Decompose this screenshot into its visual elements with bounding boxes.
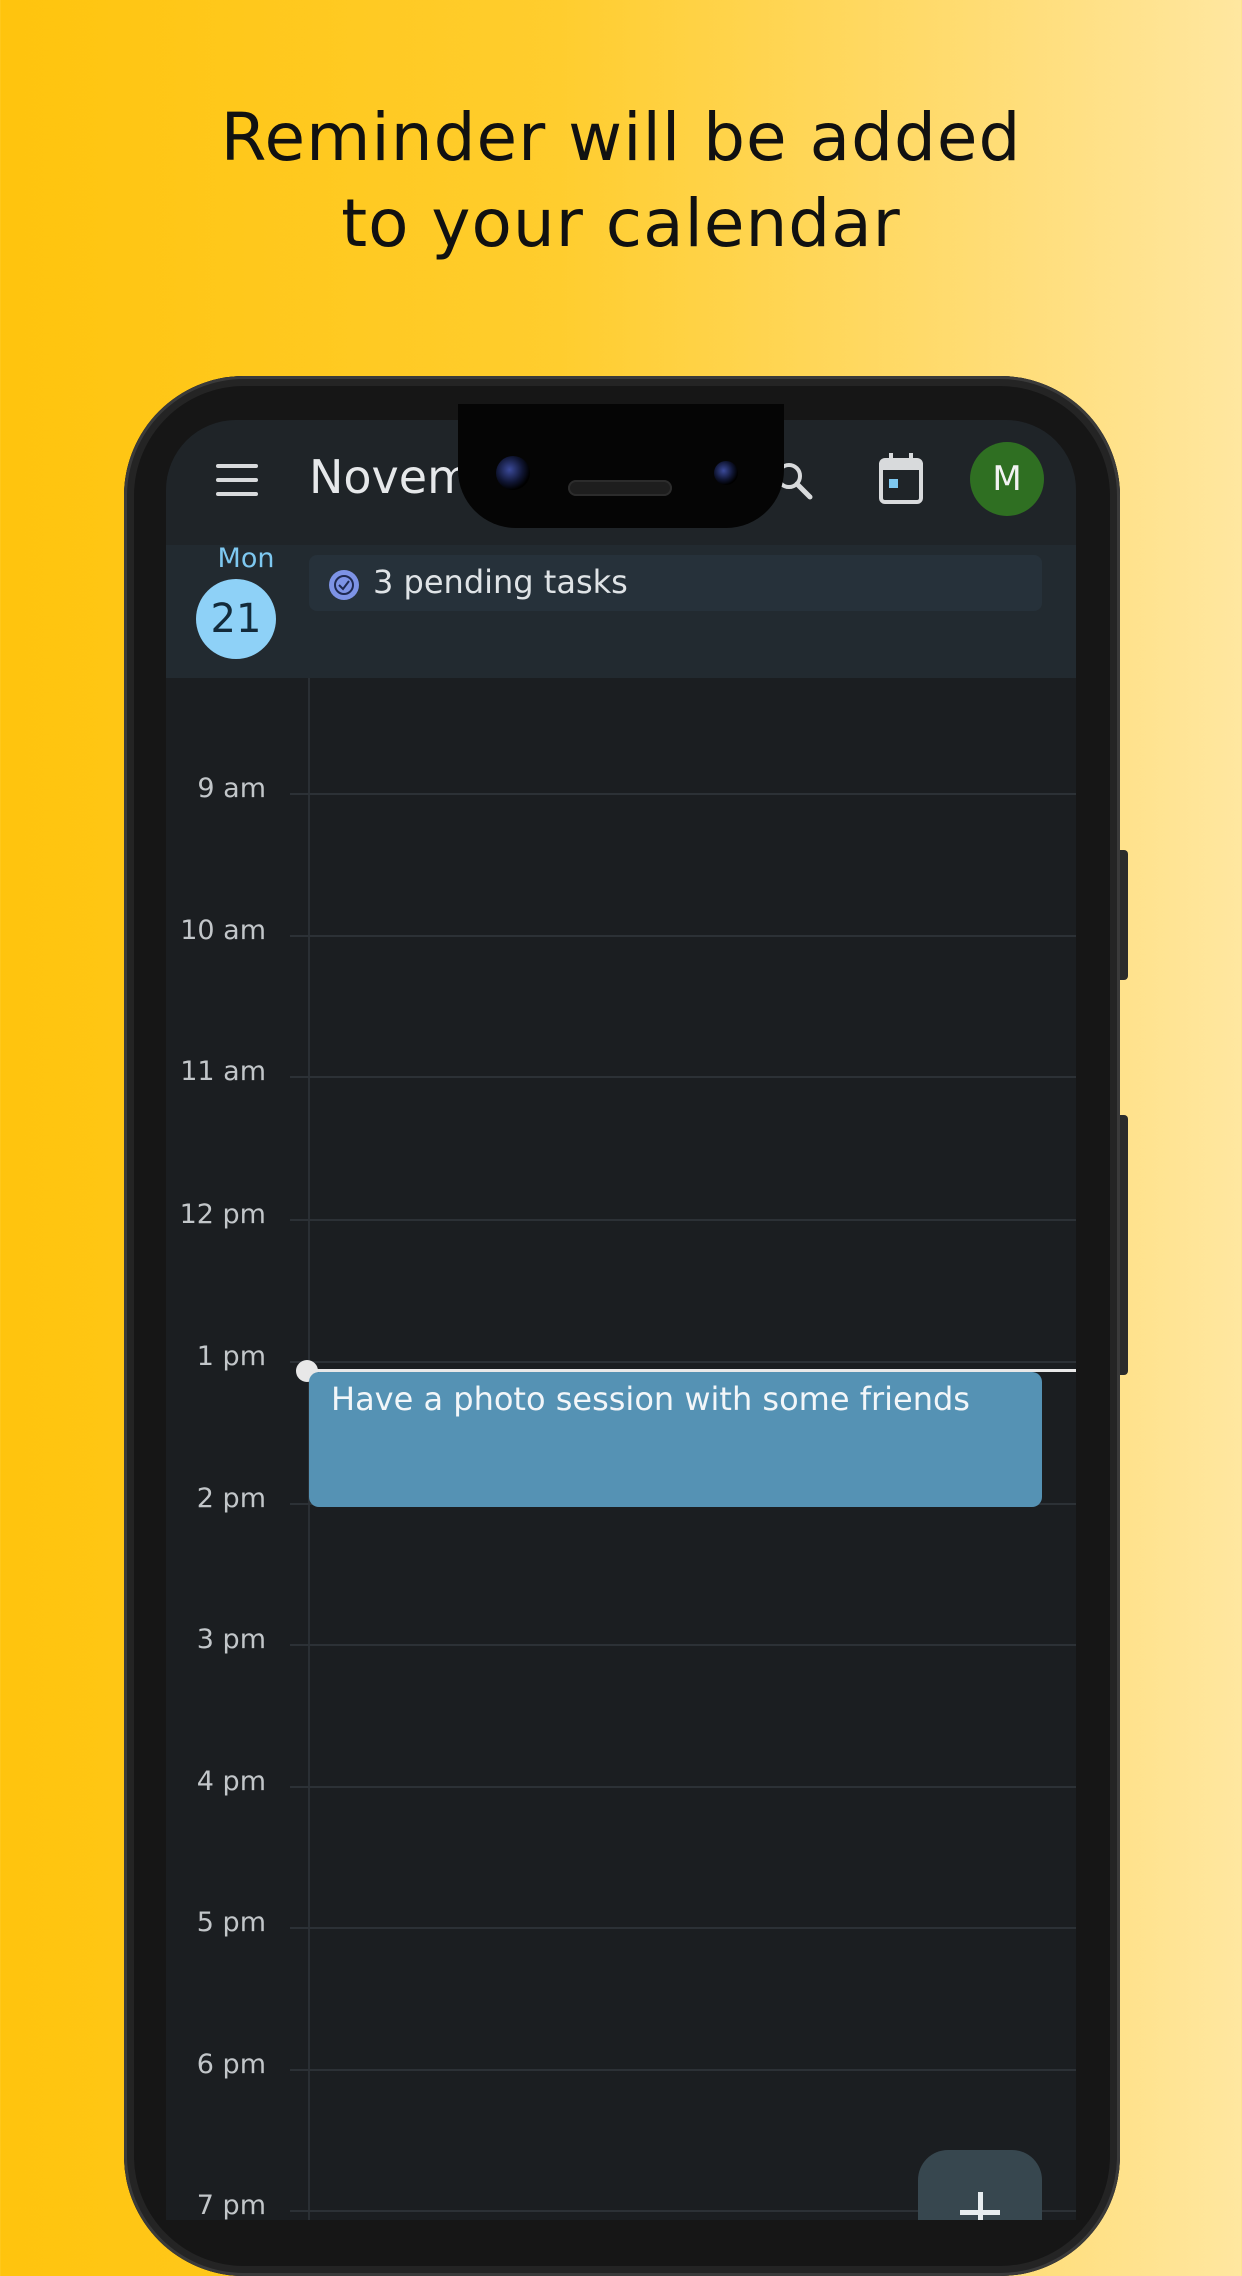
- promo-headline-line2: to your calendar: [341, 185, 901, 262]
- account-avatar[interactable]: M: [970, 442, 1044, 516]
- earpiece-speaker: [568, 480, 672, 496]
- all-day-section: Mon 21 3 pending tasks: [166, 543, 1076, 678]
- hour-label: 6 pm: [196, 2049, 266, 2080]
- hour-row: 10 am: [166, 915, 1076, 946]
- promo-headline-line1: Reminder will be added: [220, 99, 1022, 176]
- day-number[interactable]: 21: [196, 579, 276, 659]
- phone-volume-button: [1120, 850, 1128, 980]
- hour-row: 3 pm: [166, 1624, 1076, 1655]
- task-check-icon: [329, 570, 359, 600]
- calendar-today-icon[interactable]: [878, 452, 924, 504]
- hour-row: 9 am: [166, 773, 1076, 804]
- create-event-button[interactable]: [918, 2150, 1042, 2220]
- hour-row: 11 am: [166, 1056, 1076, 1087]
- hour-label: 9 am: [197, 773, 266, 804]
- hour-row: 5 pm: [166, 1907, 1076, 1938]
- hour-label: 7 pm: [196, 2190, 266, 2220]
- hour-label: 10 am: [180, 915, 266, 946]
- pending-tasks-label: 3 pending tasks: [373, 563, 628, 601]
- pending-tasks-chip[interactable]: 3 pending tasks: [309, 555, 1042, 611]
- menu-icon[interactable]: [216, 464, 258, 496]
- hour-label: 12 pm: [179, 1199, 266, 1230]
- front-sensor-icon: [714, 461, 738, 485]
- month-title[interactable]: Novem: [309, 450, 472, 504]
- calendar-screen: Novem M Mon 21 3 pending tasks 9 am 10 a…: [166, 420, 1076, 2220]
- hour-row: 12 pm: [166, 1199, 1076, 1230]
- hour-row: 6 pm: [166, 2049, 1076, 2080]
- event-title: Have a photo session with some friends: [331, 1380, 970, 1418]
- day-name: Mon: [217, 543, 275, 574]
- hour-label: 3 pm: [196, 1624, 266, 1655]
- calendar-event[interactable]: Have a photo session with some friends: [309, 1372, 1042, 1507]
- promo-headline: Reminder will be added to your calendar: [0, 95, 1242, 267]
- front-camera-icon: [496, 456, 530, 490]
- hour-label: 2 pm: [196, 1483, 266, 1514]
- hour-row: 4 pm: [166, 1766, 1076, 1797]
- hour-label: 4 pm: [196, 1766, 266, 1797]
- phone-power-button: [1120, 1115, 1128, 1375]
- hour-label: 5 pm: [196, 1907, 266, 1938]
- hour-label: 11 am: [180, 1056, 266, 1087]
- hour-label: 1 pm: [196, 1341, 266, 1372]
